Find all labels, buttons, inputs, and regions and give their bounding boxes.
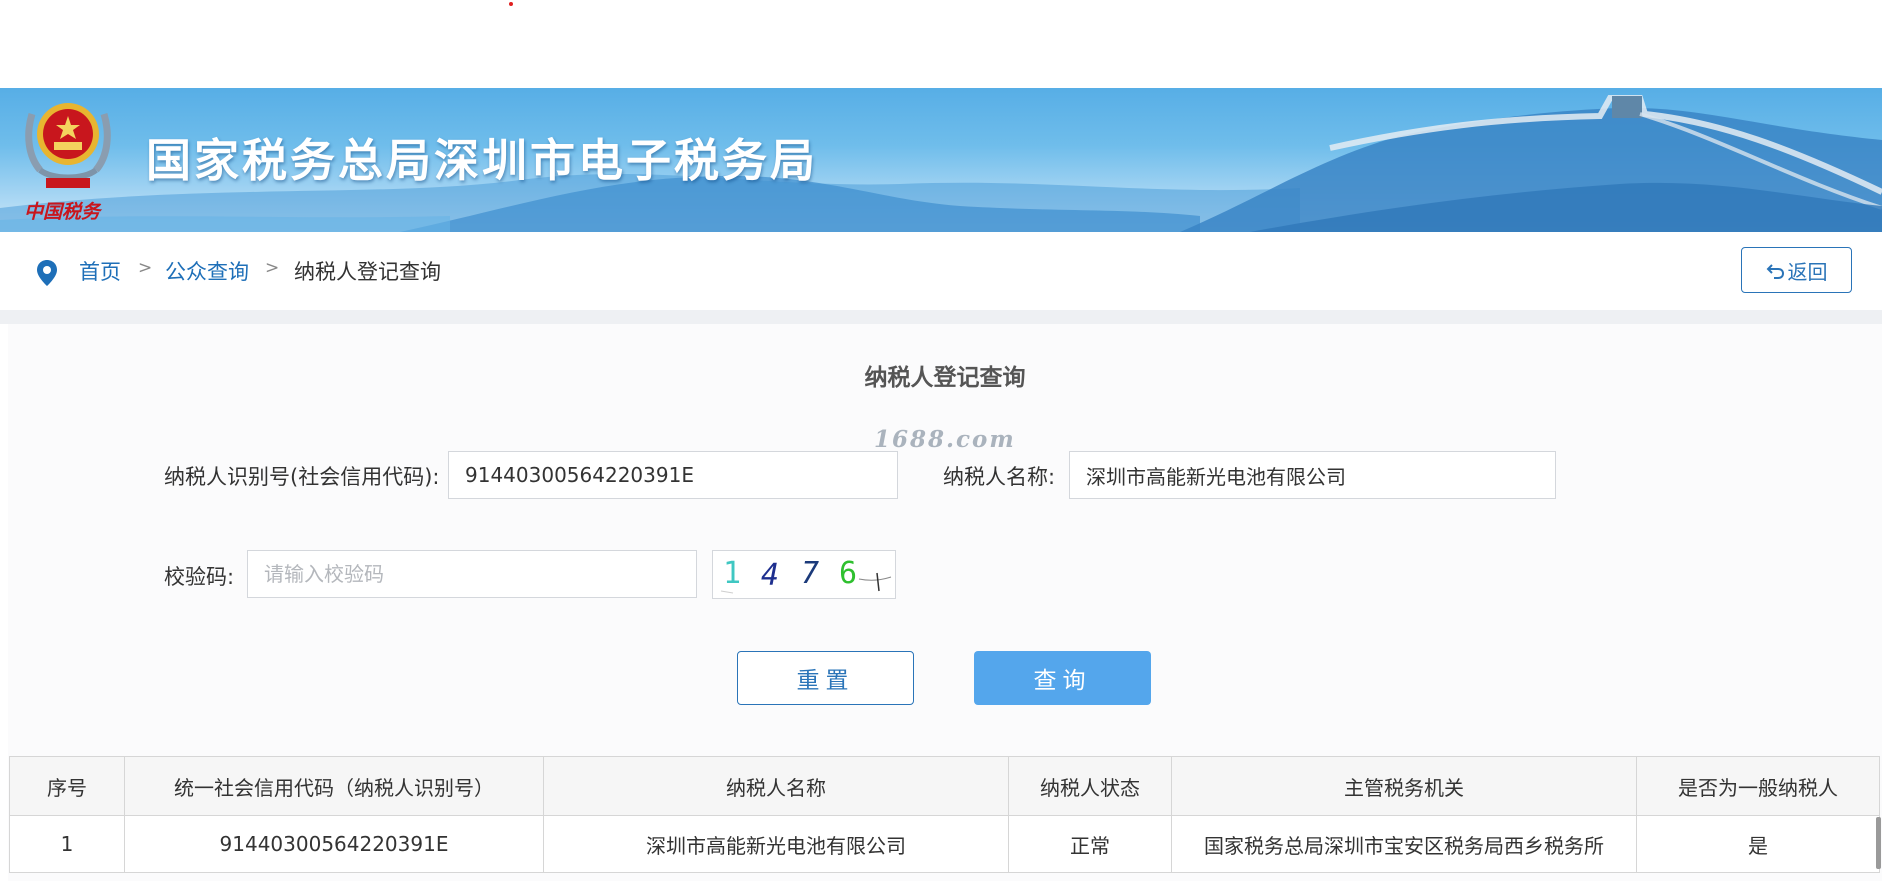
captcha-char: 1 [723,556,741,591]
breadcrumb-home-link[interactable]: 首页 [79,256,121,286]
captcha-char: 7 [801,556,819,591]
taxpayer-name-label: 纳税人名称: [943,465,1056,489]
table-cell-credit-code: 91440300564220391E [124,815,544,873]
red-dot [509,2,513,6]
column-header-general-taxpayer: 是否为一般纳税人 [1636,756,1880,816]
captcha-label: 校验码: [164,565,235,589]
captcha-image[interactable]: 1 4 7 6 [712,550,896,599]
table-cell-status: 正常 [1008,815,1172,873]
back-button-label: 返回 [1787,259,1828,284]
query-panel: 纳税人登记查询 1688.com 纳税人识别号(社会信用代码): 纳税人名称: … [8,324,1882,881]
back-button[interactable]: 返回 [1741,247,1852,293]
section-divider [0,310,1882,324]
breadcrumb-current: 纳税人登记查询 [294,260,441,284]
column-header-tax-authority: 主管税务机关 [1171,756,1637,816]
emblem-caption: 中国税务 [24,201,103,223]
taxpayer-id-label: 纳税人识别号(社会信用代码): [164,465,440,489]
table-row: 1 91440300564220391E 深圳市高能新光电池有限公司 正常 国家… [9,815,1880,873]
captcha-char: 6 [839,556,857,591]
table-cell-taxpayer-name: 深圳市高能新光电池有限公司 [543,815,1009,873]
breadcrumb-separator: > [265,258,280,278]
results-table: 序号 统一社会信用代码（纳税人识别号） 纳税人名称 纳税人状态 主管税务机关 是… [9,756,1880,873]
taxpayer-name-input[interactable] [1069,451,1556,499]
form-title: 纳税人登记查询 [864,365,1026,391]
captcha-input[interactable] [247,550,697,598]
tax-emblem-logo: 中国税务 [18,94,118,224]
table-cell-tax-authority: 国家税务总局深圳市宝安区税务局西乡税务所 [1171,815,1637,873]
reset-button[interactable]: 重置 [737,651,914,705]
column-header-taxpayer-status: 纳税人状态 [1008,756,1172,816]
site-title: 国家税务总局深圳市电子税务局 [146,134,819,187]
column-header-credit-code: 统一社会信用代码（纳税人识别号） [124,756,544,816]
table-cell-general-taxpayer: 是 [1636,815,1880,873]
location-pin-icon [37,260,57,286]
watermark-text: 1688.com [874,426,1016,453]
captcha-graphic: 1 4 7 6 [720,556,892,594]
tax-emblem-icon: 中国税务 [24,103,111,223]
breadcrumb-public-query-link[interactable]: 公众查询 [165,256,249,286]
query-button[interactable]: 查询 [974,651,1151,705]
scrollbar-thumb[interactable] [1876,817,1881,869]
taxpayer-id-input[interactable] [448,451,898,499]
breadcrumb: 首页 > 公众查询 > 纳税人登记查询 返回 [0,232,1882,310]
breadcrumb-separator: > [138,258,153,278]
header-banner: 中国税务 国家税务总局深圳市电子税务局 [0,88,1882,232]
captcha-char: 4 [761,558,779,593]
return-arrow-icon [1766,264,1784,279]
table-header-row: 序号 统一社会信用代码（纳税人识别号） 纳税人名称 纳税人状态 主管税务机关 是… [9,756,1880,816]
column-header-taxpayer-name: 纳税人名称 [543,756,1009,816]
table-cell-index: 1 [9,815,125,873]
column-header-index: 序号 [9,756,125,816]
